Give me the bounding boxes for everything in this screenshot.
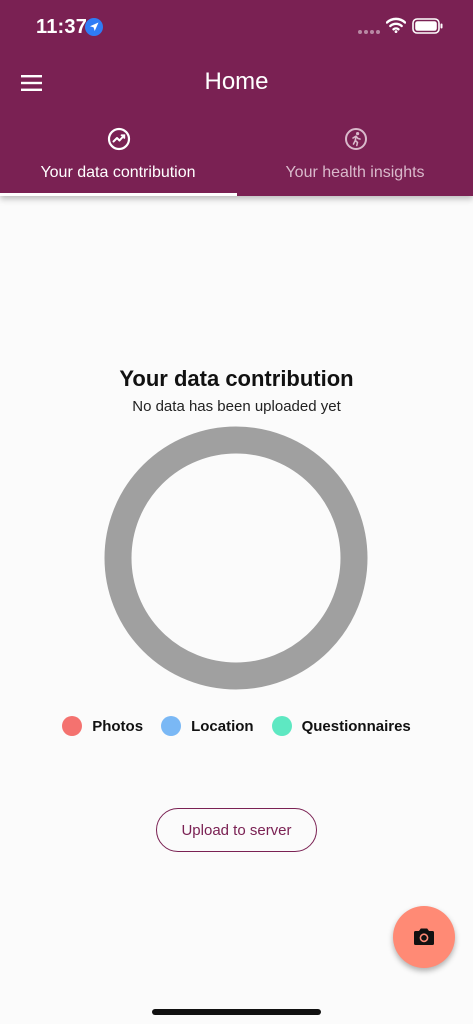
tab-data-contribution[interactable]: Your data contribution xyxy=(0,118,237,196)
legend-label: Location xyxy=(191,717,254,735)
tab-label: Your data contribution xyxy=(40,164,196,181)
home-indicator xyxy=(152,1009,321,1015)
contribution-donut-chart xyxy=(104,426,368,690)
chart-legend: Photos Location Questionnaires xyxy=(0,714,473,738)
wifi-icon xyxy=(386,17,406,33)
status-time: 11:37 xyxy=(36,16,88,38)
tab-health-insights[interactable]: Your health insights xyxy=(237,118,473,196)
status-bar: 11:37 xyxy=(0,0,473,54)
tab-selected-indicator xyxy=(0,193,237,196)
tab-label: Your health insights xyxy=(285,164,425,181)
legend-label: Questionnaires xyxy=(301,717,411,735)
chart-circle-icon xyxy=(107,127,131,151)
location-arrow-icon xyxy=(85,18,103,36)
page-title: Home xyxy=(204,68,269,95)
legend-dot xyxy=(62,716,83,736)
section-title: Your data contribution xyxy=(119,366,354,391)
legend-item-location: Location xyxy=(161,716,254,736)
tab-bar: Your data contribution Your health insig… xyxy=(0,118,473,196)
home-screen: 11:37 Home Your data contribution Your h… xyxy=(0,0,473,1024)
battery-icon xyxy=(412,18,443,34)
camera-icon xyxy=(414,928,434,945)
empty-state-message: No data has been uploaded yet xyxy=(132,398,341,415)
running-icon xyxy=(345,128,367,150)
legend-dot xyxy=(271,716,292,736)
legend-label: Photos xyxy=(92,717,144,735)
legend-dot xyxy=(161,716,182,736)
donut-empty-ring xyxy=(104,426,368,690)
legend-item-questionnaires: Questionnaires xyxy=(271,716,411,736)
upload-to-server-button[interactable]: Upload to server xyxy=(156,808,317,852)
cellular-signal-icon xyxy=(358,30,380,34)
legend-item-photos: Photos xyxy=(62,716,143,736)
camera-fab-button[interactable] xyxy=(393,906,455,968)
app-bar: 11:37 Home Your data contribution Your h… xyxy=(0,0,473,196)
